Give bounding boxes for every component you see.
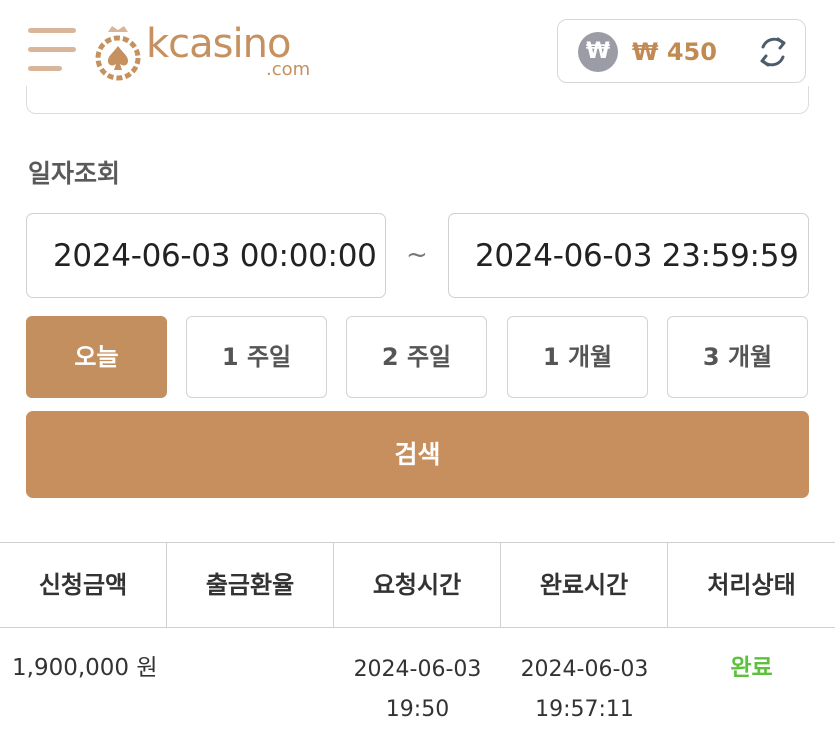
period-2week-button[interactable]: 2 주일 (346, 316, 487, 398)
row-request-time: 2024-06-03 19:50 (334, 628, 501, 740)
balance-box: ₩ ₩ 450 (557, 19, 806, 83)
date-separator: ~ (406, 240, 428, 270)
row-rate (167, 628, 334, 740)
date-from-input[interactable]: 2024-06-03 00:00:00 (26, 213, 386, 298)
won-icon: ₩ (578, 32, 618, 72)
logo[interactable]: kcasino .com (94, 16, 334, 84)
date-to-input[interactable]: 2024-06-03 23:59:59 (448, 213, 809, 298)
menu-icon[interactable] (28, 28, 76, 74)
row-request-date: 2024-06-03 (353, 657, 482, 682)
period-1month-button[interactable]: 1 개월 (507, 316, 648, 398)
logo-subtext: .com (266, 59, 311, 80)
column-request-time: 요청시간 (334, 543, 501, 627)
row-complete-clock: 19:57:11 (535, 697, 634, 722)
period-3month-button[interactable]: 3 개월 (667, 316, 808, 398)
search-button[interactable]: 검색 (26, 411, 809, 498)
row-complete-date: 2024-06-03 (520, 657, 649, 682)
period-1week-button[interactable]: 1 주일 (186, 316, 327, 398)
column-complete-time: 완료시간 (501, 543, 668, 627)
row-status-badge: 완료 (730, 655, 773, 681)
row-complete-time: 2024-06-03 19:57:11 (501, 628, 668, 740)
header: kcasino .com ₩ ₩ 450 (0, 0, 835, 100)
refresh-icon[interactable] (754, 33, 792, 71)
row-amount: 1,900,000 원 (12, 655, 158, 681)
date-search-label: 일자조회 (28, 159, 121, 188)
column-rate: 출금환율 (167, 543, 334, 627)
row-request-clock: 19:50 (385, 697, 450, 722)
spade-logo-icon (95, 26, 141, 81)
table-row[interactable]: 1,900,000 원 2024-06-03 19:50 2024-06-03 … (0, 628, 835, 740)
panel-edge (26, 86, 809, 114)
balance-amount: ₩ 450 (632, 38, 717, 66)
period-today-button[interactable]: 오늘 (26, 316, 167, 398)
